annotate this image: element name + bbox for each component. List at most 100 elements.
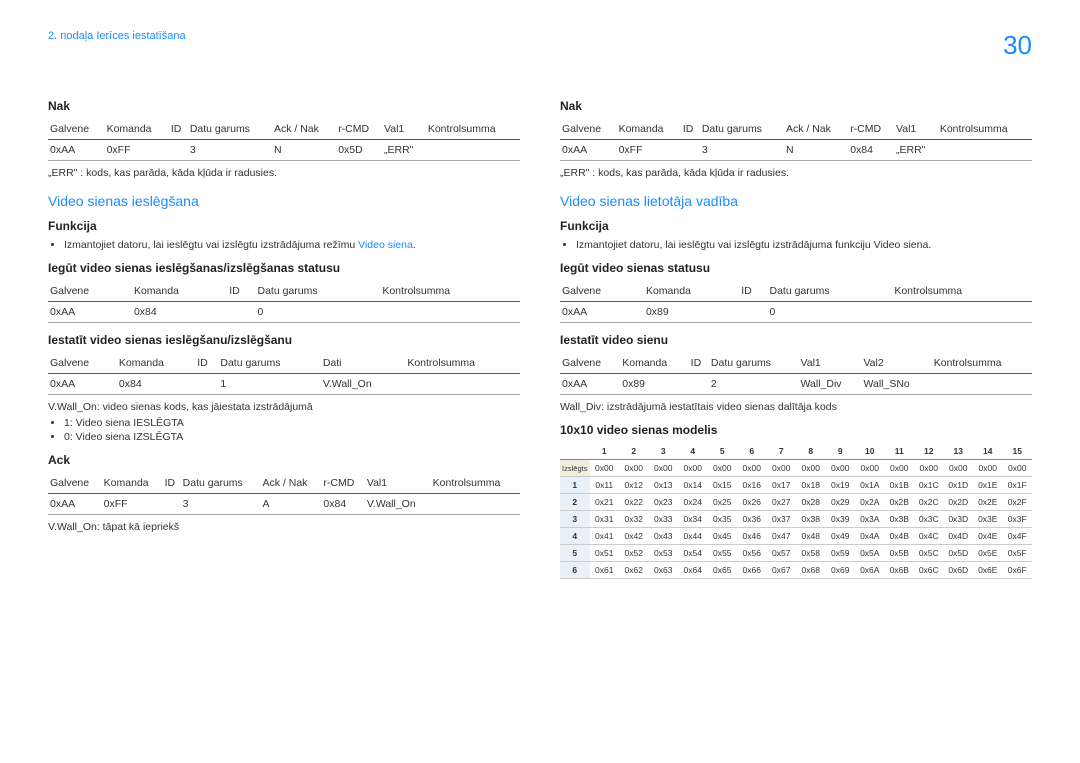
table-header: Ack / Nak bbox=[260, 473, 321, 494]
nak-note-left: „ERR" : kods, kas parāda, kāda kļūda ir … bbox=[48, 167, 520, 179]
matrix-col-header: 12 bbox=[914, 443, 944, 460]
function-text-left: Izmantojiet datoru, lai ieslēgtu vai izs… bbox=[64, 239, 520, 251]
matrix-cell: 0x4B bbox=[885, 528, 915, 545]
matrix-row-header: 2 bbox=[560, 494, 590, 511]
matrix-col-header: 1 bbox=[590, 443, 620, 460]
matrix-cell: 0x00 bbox=[826, 460, 856, 477]
table-cell: N bbox=[272, 140, 336, 161]
matrix-col-header: 6 bbox=[737, 443, 767, 460]
matrix-cell: 0x2B bbox=[885, 494, 915, 511]
matrix-cell: 0x48 bbox=[796, 528, 826, 545]
matrix-cell: 0x59 bbox=[826, 545, 856, 562]
matrix-cell: 0x3B bbox=[885, 511, 915, 528]
table-header: Dati bbox=[321, 353, 405, 374]
matrix-cell: 0x6C bbox=[914, 562, 944, 579]
set-note-right: Wall_Div: izstrādājumā iestatītais video… bbox=[560, 401, 1032, 413]
matrix-cell: 0x4A bbox=[855, 528, 885, 545]
table-cell: „ERR" bbox=[894, 140, 938, 161]
matrix-cell: 0x1B bbox=[885, 477, 915, 494]
table-cell bbox=[426, 140, 520, 161]
table-cell: 0xFF bbox=[102, 494, 163, 515]
matrix-cell: 0x53 bbox=[649, 545, 679, 562]
matrix-cell: 0x3A bbox=[855, 511, 885, 528]
matrix-col-header: 15 bbox=[1003, 443, 1033, 460]
matrix-cell: 0x43 bbox=[649, 528, 679, 545]
matrix-cell: 0x38 bbox=[796, 511, 826, 528]
matrix-cell: 0x15 bbox=[708, 477, 738, 494]
table-header: Galvene bbox=[48, 281, 132, 302]
matrix-cell: 0x5F bbox=[1003, 545, 1033, 562]
matrix-cell: 0x3E bbox=[973, 511, 1003, 528]
table-header: Val1 bbox=[382, 119, 426, 140]
table-cell: 0x89 bbox=[620, 374, 688, 395]
table-cell bbox=[689, 374, 709, 395]
matrix-cell: 0x23 bbox=[649, 494, 679, 511]
set-note-left: V.Wall_On: video sienas kods, kas jāiest… bbox=[48, 401, 520, 413]
table-header: Datu garums bbox=[256, 281, 381, 302]
table-cell: 0xAA bbox=[48, 494, 102, 515]
matrix-cell: 0x21 bbox=[590, 494, 620, 511]
matrix-cell: 0x00 bbox=[855, 460, 885, 477]
table-cell: 0xAA bbox=[48, 302, 132, 323]
matrix-row-header: Izslēgts bbox=[560, 460, 590, 477]
matrix-cell: 0x51 bbox=[590, 545, 620, 562]
table-cell bbox=[380, 302, 520, 323]
matrix-row: 60x610x620x630x640x650x660x670x680x690x6… bbox=[560, 562, 1032, 579]
get-status-table-left: GalveneKomandaIDDatu garumsKontrolsumma … bbox=[48, 281, 520, 323]
matrix-cell: 0x00 bbox=[649, 460, 679, 477]
table-header: ID bbox=[163, 473, 181, 494]
matrix-cell: 0x13 bbox=[649, 477, 679, 494]
table-header: ID bbox=[739, 281, 767, 302]
table-cell bbox=[739, 302, 767, 323]
table-header: Kontrolsumma bbox=[431, 473, 520, 494]
table-header: Galvene bbox=[48, 119, 105, 140]
table-header: Val1 bbox=[799, 353, 862, 374]
matrix-row: 10x110x120x130x140x150x160x170x180x190x1… bbox=[560, 477, 1032, 494]
table-cell: A bbox=[260, 494, 321, 515]
chapter-link[interactable]: 2. nodaļa Ierīces iestatīšana bbox=[48, 30, 186, 42]
nak-table-right: GalveneKomandaIDDatu garumsAck / Nakr-CM… bbox=[560, 119, 1032, 161]
matrix-cell: 0x18 bbox=[796, 477, 826, 494]
matrix-cell: 0x49 bbox=[826, 528, 856, 545]
set-title-left: Iestatīt video sienas ieslēgšanu/izslēgš… bbox=[48, 333, 520, 347]
matrix-cell: 0x47 bbox=[767, 528, 797, 545]
matrix-cell: 0x42 bbox=[619, 528, 649, 545]
matrix-cell: 0x00 bbox=[944, 460, 974, 477]
matrix-row-header: 6 bbox=[560, 562, 590, 579]
table-header: Datu garums bbox=[181, 473, 261, 494]
matrix-cell: 0x2D bbox=[944, 494, 974, 511]
table-cell: 3 bbox=[188, 140, 272, 161]
matrix-cell: 0x1F bbox=[1003, 477, 1033, 494]
matrix-cell: 0x12 bbox=[619, 477, 649, 494]
matrix-cell: 0x00 bbox=[619, 460, 649, 477]
nak-title-left: Nak bbox=[48, 99, 520, 113]
matrix-col-header: 13 bbox=[944, 443, 974, 460]
matrix-cell: 0x39 bbox=[826, 511, 856, 528]
matrix-cell: 0x17 bbox=[767, 477, 797, 494]
right-column: Nak GalveneKomandaIDDatu garumsAck / Nak… bbox=[560, 89, 1032, 585]
matrix-row: 40x410x420x430x440x450x460x470x480x490x4… bbox=[560, 528, 1032, 545]
matrix-cell: 0x2A bbox=[855, 494, 885, 511]
table-cell: „ERR" bbox=[382, 140, 426, 161]
table-header: Val1 bbox=[365, 473, 431, 494]
table-cell: Wall_SNo bbox=[861, 374, 931, 395]
table-cell bbox=[405, 374, 520, 395]
matrix-cell: 0x5D bbox=[944, 545, 974, 562]
matrix-cell: 0x29 bbox=[826, 494, 856, 511]
matrix-cell: 0x27 bbox=[767, 494, 797, 511]
matrix-cell: 0x4D bbox=[944, 528, 974, 545]
matrix-cell: 0x35 bbox=[708, 511, 738, 528]
matrix-col-header: 11 bbox=[885, 443, 915, 460]
table-header: Komanda bbox=[132, 281, 227, 302]
table-cell bbox=[227, 302, 255, 323]
matrix-cell: 0x65 bbox=[708, 562, 738, 579]
matrix-cell: 0x55 bbox=[708, 545, 738, 562]
video-wall-user-heading: Video sienas lietotāja vadība bbox=[560, 193, 1032, 209]
table-cell: 1 bbox=[218, 374, 320, 395]
table-header: Komanda bbox=[105, 119, 169, 140]
video-wall-link[interactable]: Video siena bbox=[358, 239, 413, 251]
table-cell: 0 bbox=[256, 302, 381, 323]
matrix-cell: 0x4E bbox=[973, 528, 1003, 545]
table-header: Komanda bbox=[102, 473, 163, 494]
matrix-cell: 0x37 bbox=[767, 511, 797, 528]
